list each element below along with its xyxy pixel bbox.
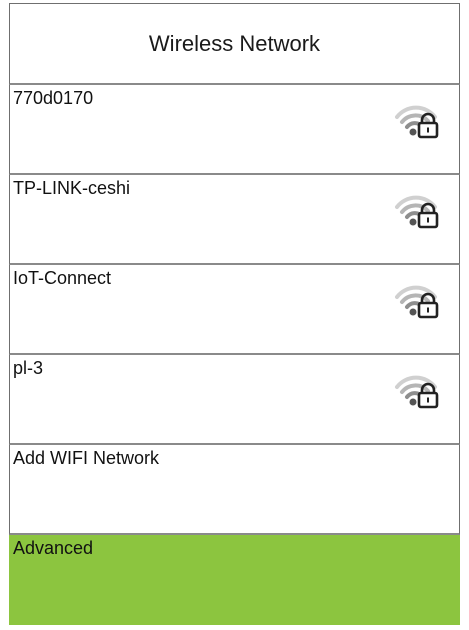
wifi-locked-icon <box>391 369 441 409</box>
network-ssid: IoT-Connect <box>13 268 112 288</box>
network-row-tp-link-ceshi[interactable]: TP-LINK-ceshi <box>9 175 460 265</box>
advanced-button[interactable]: Advanced <box>9 535 460 625</box>
network-ssid: pl-3 <box>13 358 44 378</box>
page-title-text: Wireless Network <box>148 30 321 56</box>
advanced-label: Advanced <box>13 538 94 558</box>
wifi-locked-icon <box>391 189 441 229</box>
network-ssid: 770d0170 <box>13 88 94 108</box>
network-row-iot-connect[interactable]: IoT-Connect <box>9 265 460 355</box>
network-row-770d0170[interactable]: 770d0170 <box>9 85 460 175</box>
wifi-locked-icon <box>391 279 441 319</box>
add-wifi-network-label: Add WIFI Network <box>13 448 160 468</box>
page-title: Wireless Network <box>9 3 460 85</box>
wireless-network-screen: Wireless Network 770d0170 TP-LINK-ceshi <box>9 3 460 627</box>
network-ssid: TP-LINK-ceshi <box>13 178 131 198</box>
add-wifi-network-button[interactable]: Add WIFI Network <box>9 445 460 535</box>
wifi-locked-icon <box>391 99 441 139</box>
network-row-pl-3[interactable]: pl-3 <box>9 355 460 445</box>
